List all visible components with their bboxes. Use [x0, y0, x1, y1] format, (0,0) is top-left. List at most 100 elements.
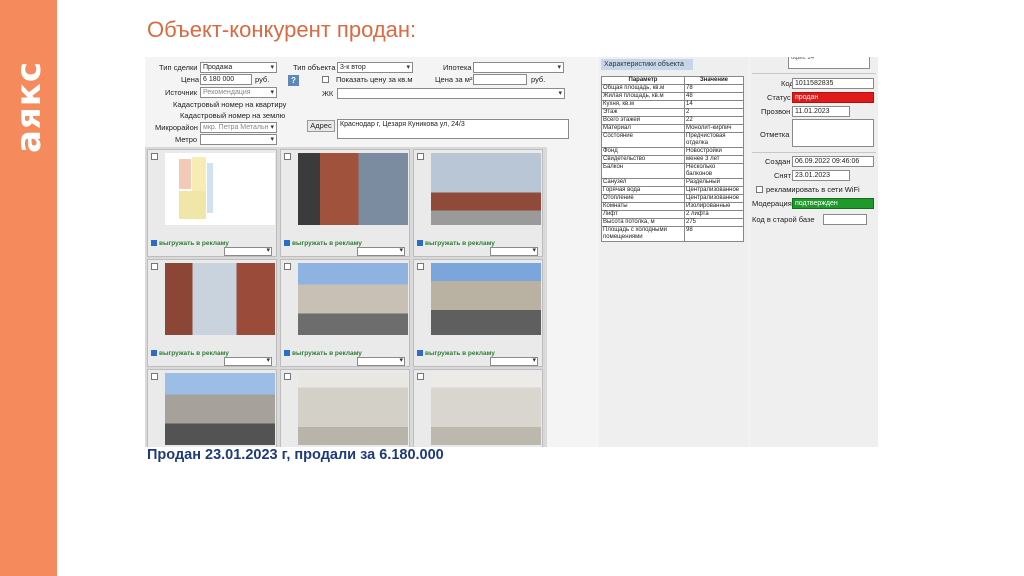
created-field[interactable]: 06.09.2022 09:46:06 — [792, 156, 874, 167]
table-row: Этаж 2 — [601, 108, 744, 117]
wifi-label: рекламировать в сети WiFi — [766, 185, 860, 194]
table-row: Лифт 2 лифта — [601, 210, 744, 219]
district-select[interactable]: мкр. Петра Метальн — [200, 122, 277, 133]
loggia-photo[interactable] — [165, 263, 275, 335]
value-cell: Раздельный — [684, 178, 744, 187]
photo-category-select[interactable] — [490, 246, 538, 256]
checked-icon — [417, 240, 423, 247]
param-cell: Горячая вода — [601, 186, 685, 195]
code-field[interactable]: 1011582835 — [792, 78, 874, 89]
photo-select-checkbox[interactable] — [284, 373, 291, 380]
note-label: Отметка — [760, 130, 790, 139]
param-cell: Санузел — [601, 178, 685, 187]
note-field[interactable] — [792, 119, 874, 147]
photo-select-checkbox[interactable] — [284, 263, 291, 270]
table-row: Горячая вода Централизованное — [601, 186, 744, 195]
old-code-field[interactable] — [823, 214, 867, 225]
slide: аякс Объект-конкурент продан: Тип сделки… — [0, 0, 1024, 576]
param-cell: Общая площадь, кв.м — [601, 84, 685, 93]
checked-icon — [284, 240, 290, 247]
photo-category-select[interactable] — [357, 356, 405, 366]
param-cell: Лифт — [601, 210, 685, 219]
object-type-label: Тип объекта — [293, 63, 336, 72]
export-toggle[interactable]: выгружать в рекламу — [151, 350, 229, 357]
photo-card: выгружать в рекламу — [147, 259, 277, 367]
photo-select-checkbox[interactable] — [151, 263, 158, 270]
wifi-checkbox[interactable] — [756, 186, 763, 193]
deal-type-select[interactable]: Продажа — [200, 62, 277, 73]
complex-select[interactable] — [337, 88, 565, 99]
entrance-photo[interactable] — [298, 153, 408, 225]
room-photo[interactable] — [298, 373, 408, 445]
photo-select-checkbox[interactable] — [151, 153, 158, 160]
column-header-param: Параметр — [601, 76, 685, 85]
price-per-m2-label: Цена за м² — [435, 75, 473, 84]
room-photo[interactable] — [431, 373, 541, 445]
balcony-photo[interactable] — [431, 153, 541, 225]
param-cell: Жилая площадь, кв.м — [601, 92, 685, 101]
yard-photo[interactable] — [298, 263, 408, 335]
export-toggle[interactable]: выгружать в рекламу — [417, 350, 495, 357]
show-price-checkbox[interactable] — [322, 76, 329, 83]
checked-icon — [151, 350, 157, 357]
table-row: Фонд Новостройки — [601, 147, 744, 156]
removed-field[interactable]: 23.01.2023 — [792, 170, 850, 181]
table-row: Общая площадь, кв.м 78 — [601, 84, 744, 93]
call-label: Прозвон — [761, 107, 791, 116]
photo-card — [147, 369, 277, 447]
photo-category-select[interactable] — [357, 246, 405, 256]
table-row: Комнаты Изолированные — [601, 202, 744, 211]
help-icon[interactable]: ? — [288, 75, 299, 86]
call-date-field[interactable]: 11.01.2023 — [792, 106, 850, 117]
photo-select-checkbox[interactable] — [284, 153, 291, 160]
address-field[interactable]: Краснодар г, Цезаря Куникова ул, 24/3 — [337, 119, 569, 139]
param-cell: Отопление — [601, 194, 685, 203]
moderation-field[interactable]: подтвержден — [792, 198, 874, 209]
photo-select-checkbox[interactable] — [417, 263, 424, 270]
cadastral-flat-label: Кадастровый номер на квартиру — [173, 100, 287, 109]
photo-category-select[interactable] — [224, 246, 272, 256]
crm-screenshot: Тип сделки Продажа Цена 6 180 000 руб. И… — [145, 57, 878, 447]
photo-card — [280, 369, 410, 447]
object-type-select[interactable]: 3-к втор — [337, 62, 413, 73]
param-cell: Кухня, кв.м — [601, 100, 685, 109]
floor-plan-image[interactable] — [165, 153, 275, 225]
photo-select-checkbox[interactable] — [417, 153, 424, 160]
street-photo[interactable] — [431, 263, 541, 335]
metro-select[interactable] — [200, 134, 277, 145]
parking-photo[interactable] — [165, 373, 275, 445]
photo-select-checkbox[interactable] — [151, 373, 158, 380]
table-row: Кухня, кв.м 14 — [601, 100, 744, 109]
export-label: выгружать в рекламу — [292, 350, 362, 357]
top-note-field[interactable]: офис 14 — [788, 57, 870, 69]
price-per-m2-input[interactable] — [473, 74, 527, 85]
status-field[interactable]: продан — [792, 92, 874, 103]
export-toggle[interactable]: выгружать в рекламу — [284, 350, 362, 357]
address-button[interactable]: Адрес — [307, 120, 335, 132]
mortgage-select[interactable] — [473, 62, 564, 73]
export-toggle[interactable]: выгружать в рекламу — [284, 240, 362, 247]
photo-grid: выгружать в рекламу выгружать в рекламу … — [145, 147, 547, 447]
export-label: выгружать в рекламу — [425, 350, 495, 357]
price-input[interactable]: 6 180 000 — [200, 74, 252, 85]
table-row: Балкон Несколько балконов — [601, 163, 744, 179]
old-code-label: Код в старой базе — [752, 215, 815, 224]
brand-logo: аякс — [9, 52, 49, 162]
photo-select-checkbox[interactable] — [417, 373, 424, 380]
deal-type-label: Тип сделки — [159, 63, 198, 72]
photo-category-select[interactable] — [224, 356, 272, 366]
photo-category-select[interactable] — [490, 356, 538, 366]
source-select[interactable]: Рекомендация — [200, 87, 277, 98]
export-toggle[interactable]: выгружать в рекламу — [151, 240, 229, 247]
param-cell: Состояние — [601, 132, 685, 148]
export-label: выгружать в рекламу — [425, 240, 495, 247]
value-cell: Централизованное — [684, 194, 744, 203]
export-toggle[interactable]: выгружать в рекламу — [417, 240, 495, 247]
status-label: Статус — [767, 93, 791, 102]
value-cell: Централизованное — [684, 186, 744, 195]
table-row: Площадь с холодными помещениями 98 — [601, 226, 744, 242]
characteristics-table: Параметр Значение Общая площадь, кв.м 78 … — [601, 76, 744, 242]
value-cell: 22 — [684, 116, 744, 125]
checked-icon — [417, 350, 423, 357]
value-cell: Несколько балконов — [684, 163, 744, 179]
